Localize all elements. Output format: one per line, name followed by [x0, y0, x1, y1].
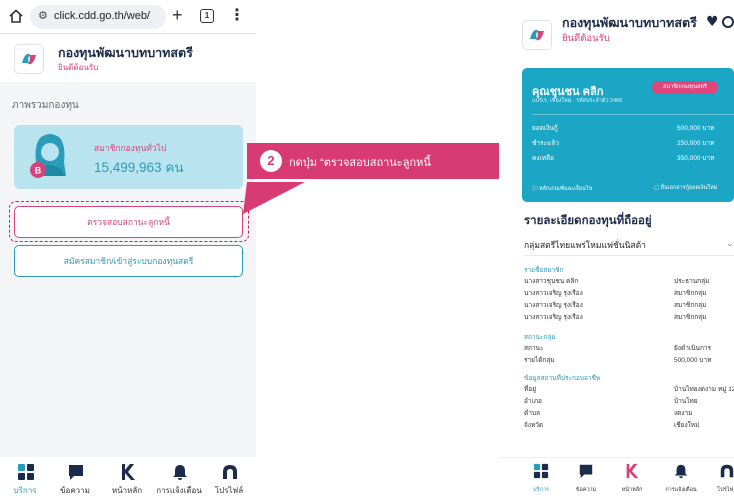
- subdistrict-row: ตำบล งดงาม: [524, 408, 734, 418]
- member-role: สมาชิกกลุ่ม: [674, 314, 707, 321]
- loan-label: ยอดเงินกู้: [532, 125, 558, 132]
- business-header: ข้อมูลสถานที่ประกอบอาชีพ: [524, 375, 601, 382]
- province-label: จังหวัด: [524, 422, 544, 429]
- fund-logo: [522, 20, 552, 50]
- income-row: รายได้กลุ่ม 500,000 บาท: [524, 355, 734, 365]
- district-label: อำเภอ: [524, 398, 542, 405]
- paid-row: ชำระแล้ว 250,000 บาท: [532, 138, 734, 150]
- instruction-callout: 2 กดปุ่ม “ตรวจสอบสถานะลูกหนี้: [247, 143, 499, 179]
- income-value: 500,000 บาท: [674, 357, 712, 364]
- remaining-value: 350,000 บาท: [677, 155, 715, 162]
- status-header: สถานะกลุ่ม: [524, 334, 556, 341]
- subdistrict-label: ตำบล: [524, 410, 540, 417]
- address-value: บ้านไทยงดงาม หมู่ 12: [674, 386, 734, 393]
- home-k-icon: [626, 463, 639, 479]
- account-summary-card: คุณชุนชน คลิก แปร์เร, เชียงใหม่ · รหัสปร…: [522, 68, 734, 202]
- grid-icon: [533, 463, 549, 479]
- card-divider: [532, 114, 734, 115]
- new-loan-link[interactable]: ▢ ยื่นเอกสารกู้ยอดเงินใหม่: [654, 184, 717, 192]
- member-badge: สมาชิกกองทุนสตรี: [652, 81, 718, 94]
- nav-item-profile[interactable]: โปรไฟล์: [704, 458, 734, 498]
- address-label: ที่อยู่: [524, 386, 536, 393]
- right-phone-screen: กองทุนพัฒนาบทบาทสตรี ยินดีต้อนรับ ♥ คุณช…: [500, 0, 734, 498]
- nav-item-home[interactable]: หน้าหลัก: [609, 458, 655, 498]
- nav-item-messages[interactable]: ข้อความ: [563, 458, 609, 498]
- members-header: รายชื่อสมาชิก: [524, 267, 564, 274]
- loan-value: 500,000 บาท: [677, 125, 715, 132]
- chevron-down-icon: ⌄: [726, 238, 734, 248]
- instruction-text: กดปุ่ม “ตรวจสอบสถานะลูกหนี้: [289, 157, 431, 169]
- nav-item-notifications[interactable]: การแจ้งเตือน: [658, 458, 704, 498]
- member-row: นางสาวชุนชน คลิก ประธานกลุ่ม: [524, 276, 734, 286]
- chat-icon: [579, 464, 593, 479]
- member-row: นางสาวเจริญ รุ่งเรือง สมาชิกกลุ่ม: [524, 312, 734, 322]
- address-row: ที่อยู่ บ้านไทยงดงาม หมู่ 12: [524, 384, 734, 394]
- group-accordion[interactable]: กลุ่มสตรีไทยแพร่โหมแฟชั่นนิสต้า ⌄: [524, 238, 734, 256]
- member-row: นางสาวเจริญ รุ่งเรือง สมาชิกกลุ่ม: [524, 300, 734, 310]
- paid-value: 250,000 บาท: [677, 140, 715, 147]
- province-row: จังหวัด เชียงใหม่: [524, 420, 734, 430]
- nav-label-home: หน้าหลัก: [621, 487, 643, 493]
- terms-link-label: หลักเกณฑ์และเงื่อนไข: [539, 186, 593, 192]
- search-icon[interactable]: [722, 16, 734, 28]
- member-name: นางสาวเจริญ รุ่งเรือง: [524, 290, 583, 297]
- fund-logo-icon: [530, 29, 544, 41]
- bottom-navigation: บริการ ข้อความ หน้าหลัก การแจ้งเตือน โปร…: [500, 457, 734, 498]
- subdistrict-value: งดงาม: [674, 410, 693, 417]
- status-label: สถานะ: [524, 345, 544, 352]
- status-value: ยังดำเนินการ: [674, 345, 712, 352]
- account-meta: แปร์เร, เชียงใหม่ · รหัสประจำตัว 2466: [532, 98, 623, 104]
- member-name: นางสาวเจริญ รุ่งเรือง: [524, 314, 583, 321]
- district-row: อำเภอ บ้านไทย: [524, 396, 734, 406]
- province-value: เชียงใหม่: [674, 422, 700, 429]
- loan-row: ยอดเงินกู้ 500,000 บาท: [532, 123, 734, 135]
- step-number: 2: [260, 150, 282, 172]
- remaining-label: คงเหลือ: [532, 155, 554, 162]
- terms-link[interactable]: ⓘ หลักเกณฑ์และเงื่อนไข: [532, 184, 592, 193]
- group-name: กลุ่มสตรีไทยแพร่โหมแฟชั่นนิสต้า: [524, 240, 646, 250]
- new-loan-link-label: ยื่นเอกสารกู้ยอดเงินใหม่: [660, 185, 718, 191]
- fund-details-title: รายละเอียดกองทุนที่ถืออยู่: [524, 215, 652, 227]
- status-row: สถานะ ยังดำเนินการ: [524, 343, 734, 353]
- paid-label: ชำระแล้ว: [532, 140, 559, 147]
- district-value: บ้านไทย: [674, 398, 698, 405]
- remaining-row: คงเหลือ 350,000 บาท: [532, 153, 734, 165]
- member-row: นางสาวเจริญ รุ่งเรือง สมาชิกกลุ่ม: [524, 288, 734, 298]
- app-subtitle: ยินดีต้อนรับ: [562, 33, 610, 44]
- member-role: สมาชิกกลุ่ม: [674, 302, 707, 309]
- bell-icon: [674, 464, 688, 479]
- member-role: ประธานกลุ่ม: [674, 278, 710, 285]
- nav-label-profile: โปรไฟล์: [717, 487, 734, 493]
- nav-item-services[interactable]: บริการ: [518, 458, 564, 498]
- member-name: นางสาวชุนชน คลิก: [524, 278, 579, 285]
- profile-icon: [720, 464, 734, 478]
- member-role: สมาชิกกลุ่ม: [674, 290, 707, 297]
- heart-icon[interactable]: ♥: [706, 14, 719, 30]
- income-label: รายได้กลุ่ม: [524, 357, 555, 364]
- app-title: กองทุนพัฒนาบทบาทสตรี: [562, 16, 697, 30]
- member-name: นางสาวเจริญ รุ่งเรือง: [524, 302, 583, 309]
